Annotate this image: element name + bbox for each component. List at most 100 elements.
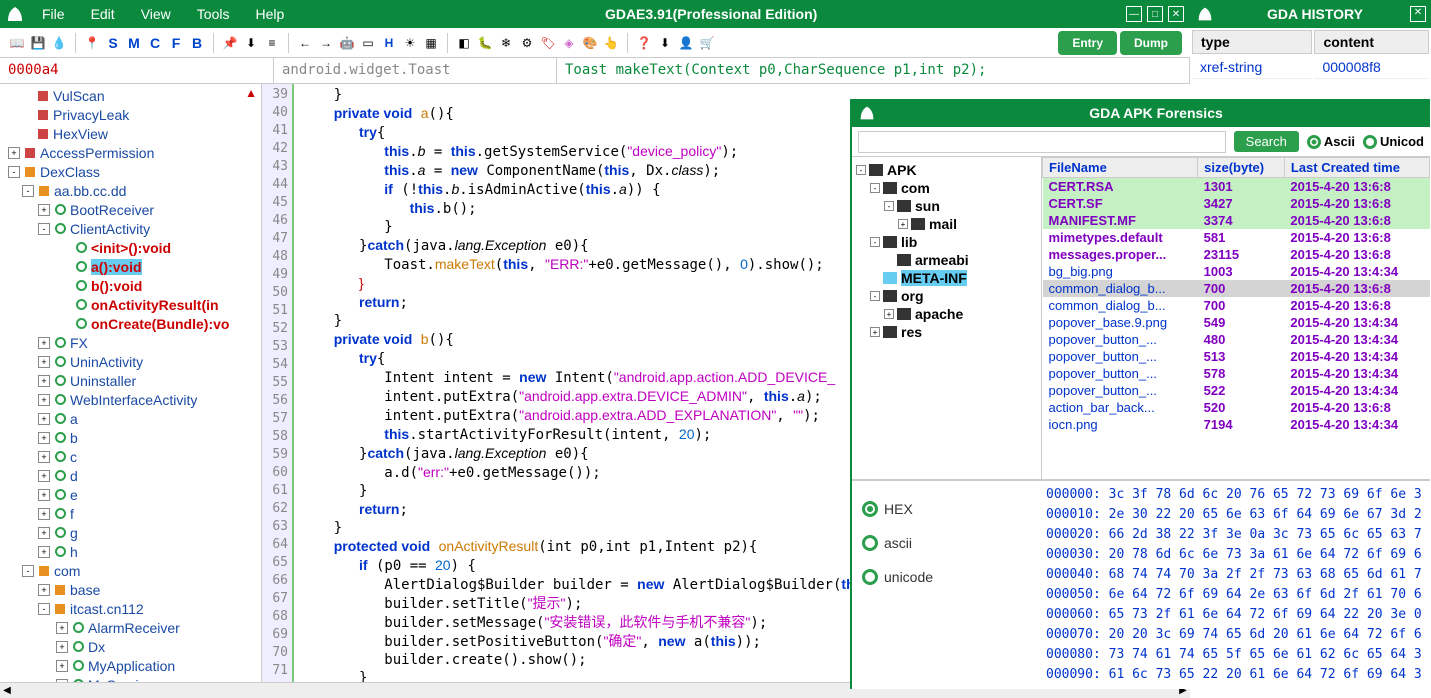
download-icon[interactable]: ⬇ — [242, 34, 260, 52]
forensics-search-input[interactable] — [858, 131, 1226, 153]
tree-item[interactable]: -ClientActivity — [0, 219, 261, 238]
toolbar-M[interactable]: M — [125, 35, 143, 51]
entry-button[interactable]: Entry — [1058, 31, 1117, 55]
apk-tree[interactable]: -APK-com-sun+mail-libarmeabiMETA-INF-org… — [852, 157, 1042, 479]
file-row[interactable]: MANIFEST.MF33742015-4-20 13:6:8 — [1043, 212, 1430, 229]
apk-tree-item[interactable]: -sun — [856, 197, 1037, 215]
toolbar-B[interactable]: B — [188, 35, 206, 51]
file-row[interactable]: common_dialog_b...7002015-4-20 13:6:8 — [1043, 297, 1430, 314]
tree-item[interactable]: +e — [0, 485, 261, 504]
tree-item[interactable]: b():void — [0, 276, 261, 295]
sun-icon[interactable]: ☀ — [401, 34, 419, 52]
file-row[interactable]: popover_button_...4802015-4-20 13:4:34 — [1043, 331, 1430, 348]
minimize-icon[interactable]: — — [1126, 6, 1142, 22]
forensics-search-button[interactable]: Search — [1234, 131, 1299, 152]
book-icon[interactable]: 📖 — [8, 34, 26, 52]
tree-item[interactable]: onCreate(Bundle):vo — [0, 314, 261, 333]
tree-item[interactable]: +BootReceiver — [0, 200, 261, 219]
tree-item[interactable]: -itcast.cn112 — [0, 599, 261, 618]
apk-tree-item[interactable]: META-INF — [856, 269, 1037, 287]
gear-icon[interactable]: ⚙ — [518, 34, 536, 52]
ascii-radio[interactable]: Ascii — [1307, 134, 1355, 149]
file-row[interactable]: popover_base.9.png5492015-4-20 13:4:34 — [1043, 314, 1430, 331]
save-icon[interactable]: 💾 — [29, 34, 47, 52]
file-row[interactable]: iocn.png71942015-4-20 13:4:34 — [1043, 416, 1430, 433]
file-row[interactable]: mimetypes.default5812015-4-20 13:6:8 — [1043, 229, 1430, 246]
apk-tree-item[interactable]: +res — [856, 323, 1037, 341]
history-close-icon[interactable]: ✕ — [1410, 6, 1426, 22]
hex-options[interactable]: HEX ascii unicode — [852, 481, 1042, 689]
apk-tree-item[interactable]: +mail — [856, 215, 1037, 233]
tree-item[interactable]: onActivityResult(in — [0, 295, 261, 314]
finger-icon[interactable]: 👆 — [602, 34, 620, 52]
hex-opt-ascii[interactable]: ascii — [862, 535, 1032, 551]
tag-icon[interactable]: 🏷 — [539, 34, 557, 52]
xml-icon[interactable]: ◧ — [455, 34, 473, 52]
tree-scroll-up[interactable]: ▲ — [245, 86, 257, 100]
hex-opt-unicode[interactable]: unicode — [862, 569, 1032, 585]
tree-item[interactable]: -aa.bb.cc.dd — [0, 181, 261, 200]
file-row[interactable]: CERT.SF34272015-4-20 13:6:8 — [1043, 195, 1430, 212]
menu-tools[interactable]: Tools — [185, 2, 242, 26]
forward-icon[interactable]: → — [317, 34, 335, 52]
dump-button[interactable]: Dump — [1120, 31, 1182, 55]
pin-icon[interactable]: 📌 — [221, 34, 239, 52]
tree-item[interactable]: -DexClass — [0, 162, 261, 181]
tree-item[interactable]: PrivacyLeak — [0, 105, 261, 124]
tree-item[interactable]: a():void — [0, 257, 261, 276]
toolbar-S[interactable]: S — [104, 35, 122, 51]
file-row[interactable]: messages.proper...231152015-4-20 13:6:8 — [1043, 246, 1430, 263]
tree-item[interactable]: +c — [0, 447, 261, 466]
tree-item[interactable]: +f — [0, 504, 261, 523]
file-row[interactable]: popover_button_...5782015-4-20 13:4:34 — [1043, 365, 1430, 382]
tree-item[interactable]: +FX — [0, 333, 261, 352]
android-icon[interactable]: 🤖 — [338, 34, 356, 52]
maximize-icon[interactable]: □ — [1147, 6, 1163, 22]
tree-item[interactable]: +d — [0, 466, 261, 485]
hex-opt-HEX[interactable]: HEX — [862, 501, 1032, 517]
apk-tree-item[interactable]: -APK — [856, 161, 1037, 179]
file-row[interactable]: popover_button_...5132015-4-20 13:4:34 — [1043, 348, 1430, 365]
bug-icon[interactable]: 🐛 — [476, 34, 494, 52]
tree-item[interactable]: +h — [0, 542, 261, 561]
tree-item[interactable]: +b — [0, 428, 261, 447]
tree-item[interactable]: +AlarmReceiver — [0, 618, 261, 637]
tree-item[interactable]: +WebInterfaceActivity — [0, 390, 261, 409]
apk-tree-item[interactable]: -lib — [856, 233, 1037, 251]
tree-item[interactable]: +g — [0, 523, 261, 542]
paint-icon[interactable]: 🎨 — [581, 34, 599, 52]
apk-tree-item[interactable]: -com — [856, 179, 1037, 197]
menu-help[interactable]: Help — [243, 2, 296, 26]
snow-icon[interactable]: ❄ — [497, 34, 515, 52]
file-table[interactable]: FileNamesize(byte)Last Created timeCERT.… — [1042, 157, 1430, 479]
menu-file[interactable]: File — [30, 2, 77, 26]
diamond-icon[interactable]: ◈ — [560, 34, 578, 52]
toolbar-F[interactable]: F — [167, 35, 185, 51]
help-icon[interactable]: ❓ — [635, 34, 653, 52]
close-icon[interactable]: ✕ — [1168, 6, 1184, 22]
file-row[interactable]: action_bar_back...5202015-4-20 13:6:8 — [1043, 399, 1430, 416]
file-row[interactable]: bg_big.png10032015-4-20 13:4:34 — [1043, 263, 1430, 280]
window-icon[interactable]: ▭ — [359, 34, 377, 52]
tree-item[interactable]: HexView — [0, 124, 261, 143]
h-icon[interactable]: H — [380, 34, 398, 52]
file-row[interactable]: common_dialog_b...7002015-4-20 13:6:8 — [1043, 280, 1430, 297]
tree-item[interactable]: +MyService — [0, 675, 261, 682]
file-row[interactable]: CERT.RSA13012015-4-20 13:6:8 — [1043, 178, 1430, 196]
toolbar-C[interactable]: C — [146, 35, 164, 51]
class-tree[interactable]: VulScanPrivacyLeakHexView+AccessPermissi… — [0, 84, 262, 682]
tree-item[interactable]: +Dx — [0, 637, 261, 656]
tree-item[interactable]: +AccessPermission — [0, 143, 261, 162]
code-icon[interactable]: ≡ — [263, 34, 281, 52]
unicode-radio[interactable]: Unicod — [1363, 134, 1424, 149]
drop-icon[interactable]: 💧 — [50, 34, 68, 52]
grid-icon[interactable]: ▦ — [422, 34, 440, 52]
tree-item[interactable]: +Uninstaller — [0, 371, 261, 390]
menu-view[interactable]: View — [129, 2, 183, 26]
tree-item[interactable]: <init>():void — [0, 238, 261, 257]
tree-item[interactable]: +a — [0, 409, 261, 428]
menu-edit[interactable]: Edit — [79, 2, 127, 26]
tree-item[interactable]: +base — [0, 580, 261, 599]
tree-item[interactable]: +MyApplication — [0, 656, 261, 675]
marker-icon[interactable]: 📍 — [83, 34, 101, 52]
